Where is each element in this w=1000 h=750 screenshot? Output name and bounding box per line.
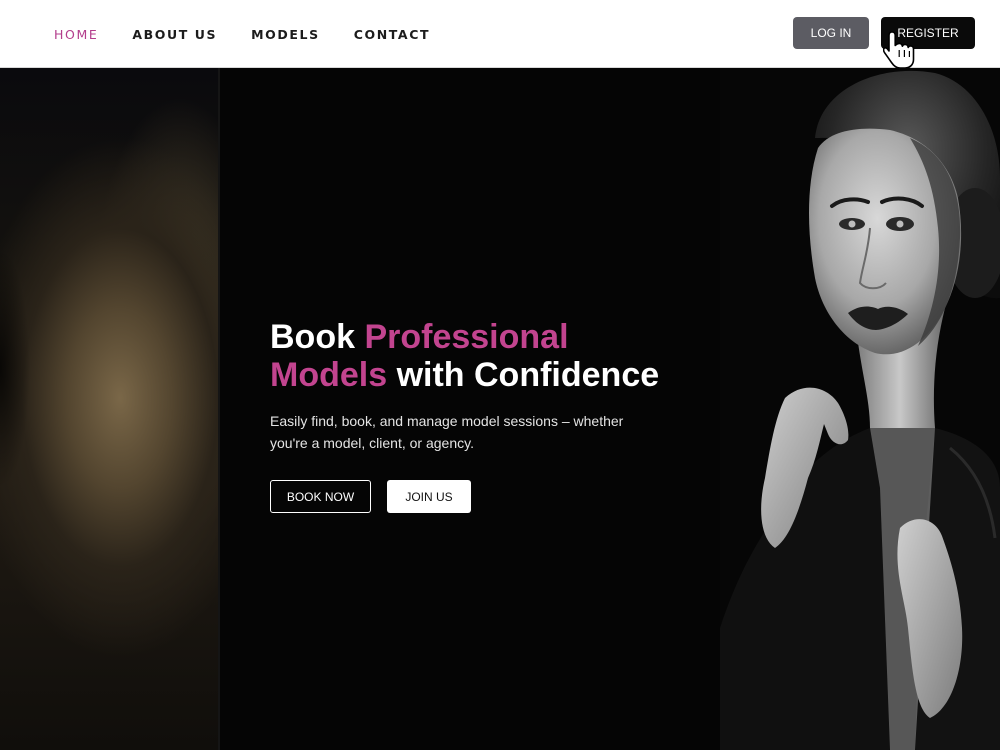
model-portrait-image — [720, 68, 1000, 750]
nav-models[interactable]: MODELS — [251, 27, 320, 42]
headline-word-with-confidence: with Confidence — [396, 356, 660, 394]
join-us-button[interactable]: JOIN US — [387, 480, 471, 513]
headline-word-models: Models — [270, 356, 388, 394]
hand-pointer-icon — [883, 31, 915, 69]
headline-word-book: Book — [270, 318, 355, 356]
book-now-button[interactable]: BOOK NOW — [270, 480, 371, 513]
main-nav: HOME ABOUT US MODELS CONTACT — [54, 0, 464, 68]
nav-contact[interactable]: CONTACT — [354, 27, 430, 42]
nav-about-us[interactable]: ABOUT US — [132, 27, 217, 42]
subtitle-line-2: you're a model, client, or agency. — [270, 435, 474, 451]
hero-blurred-background — [0, 68, 220, 750]
hero-divider — [218, 68, 220, 750]
headline-word-professional: Professional — [364, 318, 569, 356]
login-button[interactable]: LOG IN — [793, 17, 869, 49]
hero-headline: Book Professional Models with Confidence — [270, 318, 690, 394]
subtitle-line-1: Easily find, book, and manage model sess… — [270, 413, 624, 429]
hero-subtitle: Easily find, book, and manage model sess… — [270, 410, 650, 454]
hero-section: Book Professional Models with Confidence… — [0, 68, 1000, 750]
nav-home[interactable]: HOME — [54, 27, 98, 42]
site-header: HOME ABOUT US MODELS CONTACT LOG IN REGI… — [0, 0, 1000, 68]
